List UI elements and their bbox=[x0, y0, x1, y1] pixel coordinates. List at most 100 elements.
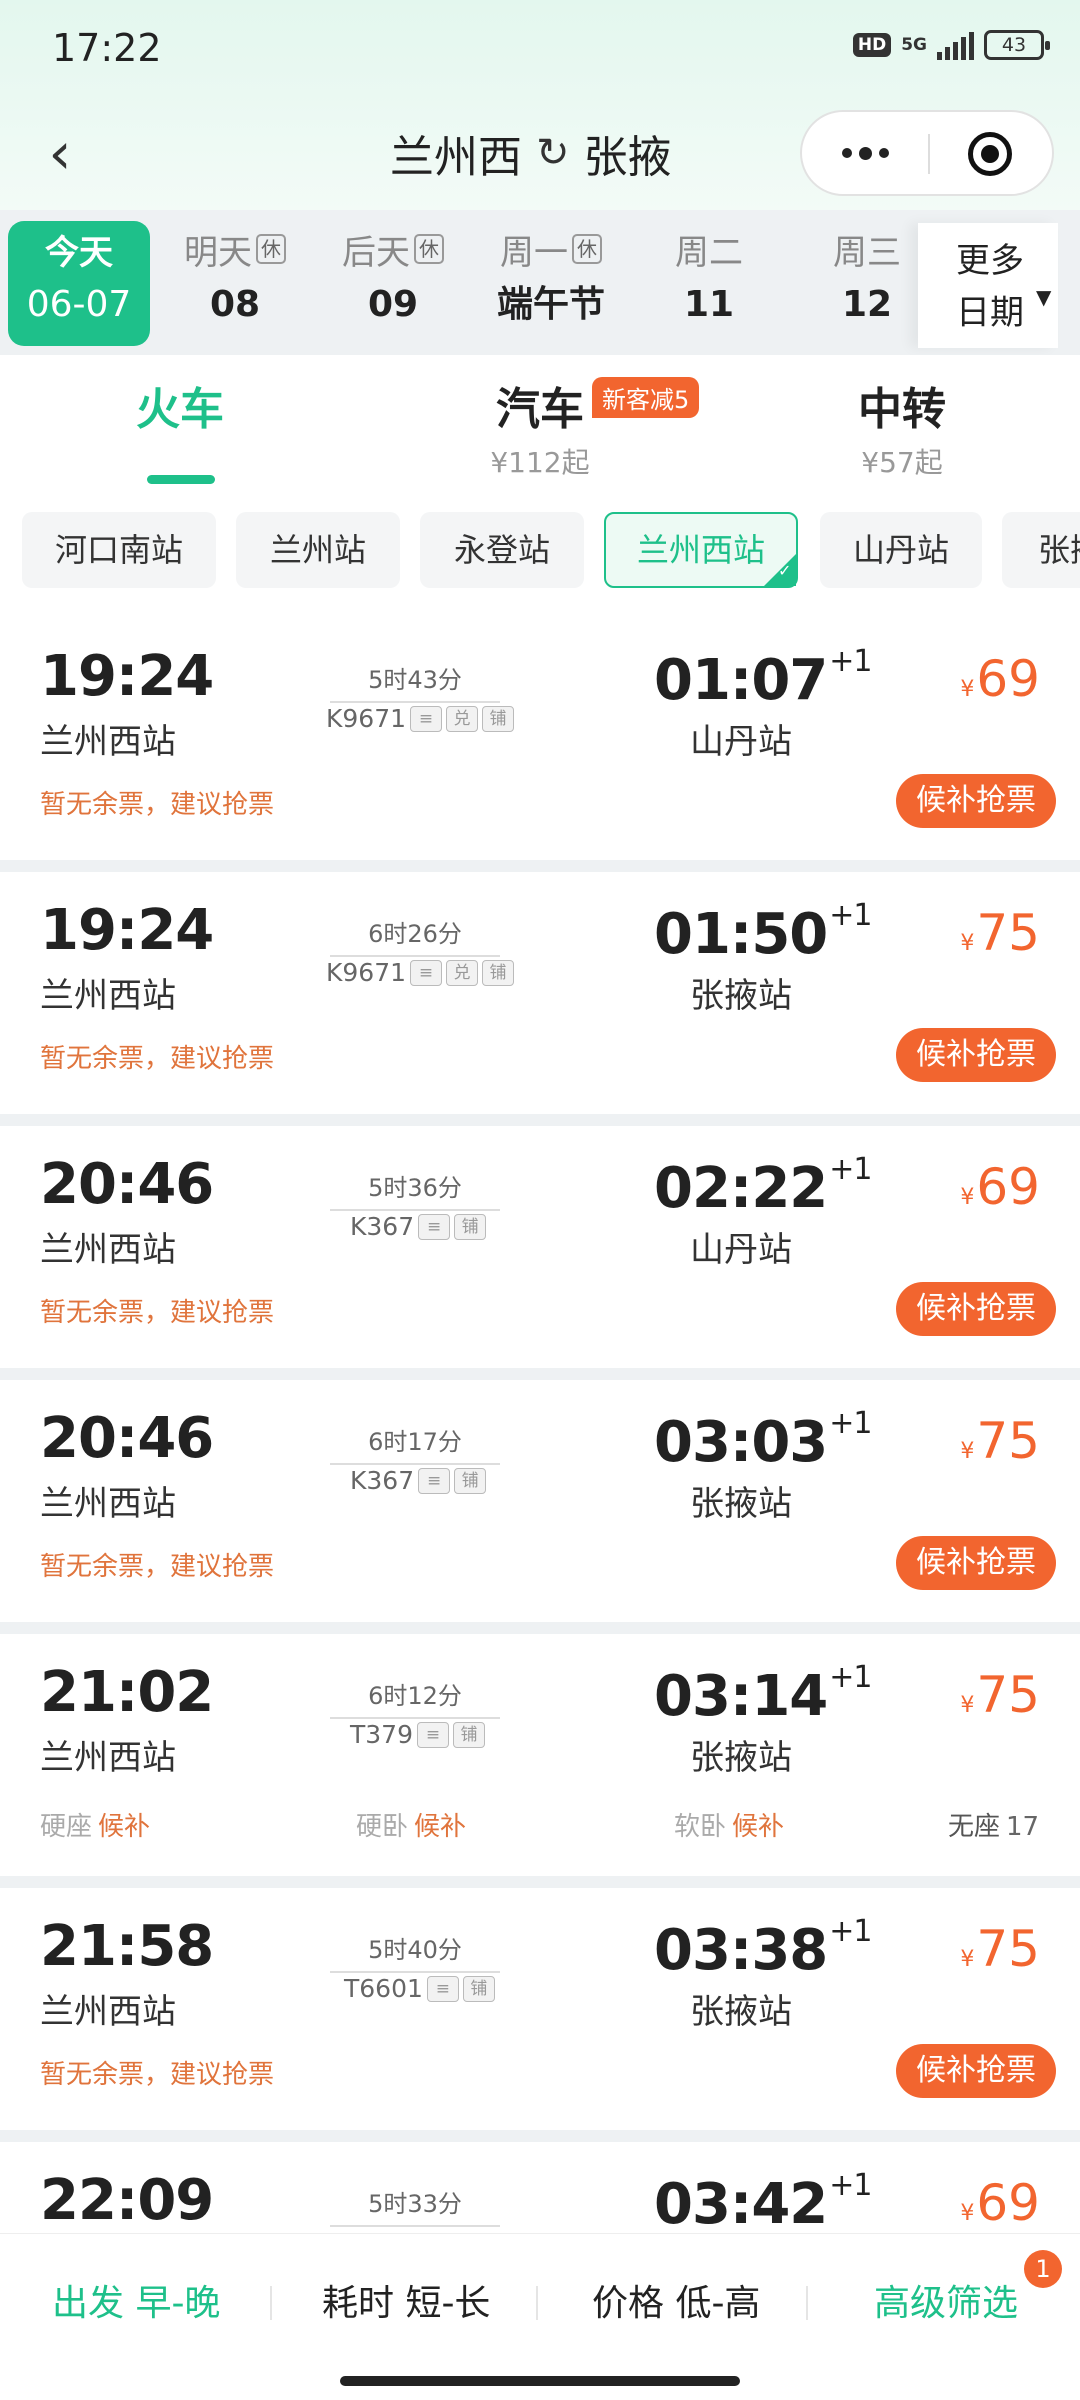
duration: 6时12分 bbox=[330, 1676, 500, 1719]
arrival-time: 03:03+1 bbox=[654, 1406, 873, 1475]
rest-badge: 休 bbox=[256, 234, 286, 264]
date-week: 今天 bbox=[45, 232, 113, 273]
arrival-station: 张掖站 bbox=[690, 976, 792, 1016]
exchange-tag: 兑 bbox=[446, 705, 479, 732]
more-dates-label: 更多 bbox=[956, 241, 1024, 281]
train-card[interactable]: 19:24 兰州西站 6时26分 K9671 ≡ 兑 铺 01:50+1 张掖站… bbox=[0, 872, 1080, 1114]
date-item[interactable]: 周一休 端午节 bbox=[476, 221, 626, 346]
exchange-tag: 兑 bbox=[446, 959, 479, 986]
station-filter-chips: 河口南站 兰州站 永登站 兰州西站 山丹站 张掖站 bbox=[0, 500, 1080, 618]
station-chip-selected[interactable]: 兰州西站 bbox=[604, 512, 798, 588]
train-card[interactable]: 22:09 5时33分 03:42+1 ¥69 bbox=[0, 2142, 1080, 2238]
station-chip[interactable]: 兰州站 bbox=[236, 512, 400, 588]
price: ¥75 bbox=[960, 1920, 1040, 1978]
waitlist-button[interactable]: 候补抢票 bbox=[896, 1028, 1056, 1082]
train-number: K9671 bbox=[326, 958, 407, 987]
date-day: 11 bbox=[683, 284, 735, 325]
next-day-mark: +1 bbox=[829, 2168, 872, 2203]
rest-badge: 休 bbox=[572, 234, 602, 264]
waitlist-button[interactable]: 候补抢票 bbox=[896, 1282, 1056, 1336]
date-item[interactable]: 后天休 09 bbox=[318, 221, 468, 346]
seat-type: 硬卧 bbox=[356, 1812, 409, 1842]
seat-availability: 硬卧 候补 bbox=[356, 1806, 466, 1843]
status-icons: HD 5G 43 bbox=[852, 30, 1050, 60]
departure-time: 20:46 bbox=[40, 1406, 214, 1471]
duration: 5时40分 bbox=[330, 1930, 500, 1973]
back-arrow-icon[interactable]: ‹ bbox=[30, 118, 90, 188]
train-card[interactable]: 20:46 兰州西站 6时17分 K367 ≡ 铺 03:03+1 张掖站 ¥7… bbox=[0, 1380, 1080, 1622]
id-card-icon: ≡ bbox=[426, 1975, 459, 2002]
duration: 5时33分 bbox=[330, 2184, 500, 2227]
waitlist-button[interactable]: 候补抢票 bbox=[896, 2044, 1056, 2098]
seat-count: 17 bbox=[1006, 1812, 1040, 1842]
train-number: T6601 bbox=[344, 1974, 423, 2003]
waitlist-button[interactable]: 候补抢票 bbox=[896, 774, 1056, 828]
swap-icon[interactable]: ↻ bbox=[536, 130, 570, 176]
price: ¥69 bbox=[960, 650, 1040, 708]
next-day-mark: +1 bbox=[829, 1914, 872, 1949]
active-tab-indicator bbox=[147, 475, 215, 484]
duration: 5时36分 bbox=[330, 1168, 500, 1211]
sleeper-tag: 铺 bbox=[454, 1467, 487, 1494]
train-card[interactable]: 21:02 兰州西站 6时12分 T379 ≡ 铺 03:14+1 张掖站 ¥7… bbox=[0, 1634, 1080, 1876]
date-item-today[interactable]: 今天 06-07 bbox=[8, 221, 150, 346]
tab-train[interactable]: 火车 bbox=[30, 373, 330, 437]
date-week: 周一 bbox=[500, 232, 568, 273]
miniprogram-capsule bbox=[800, 110, 1054, 196]
train-card[interactable]: 21:58 兰州西站 5时40分 T6601 ≡ 铺 03:38+1 张掖站 ¥… bbox=[0, 1888, 1080, 2130]
sort-departure-button[interactable]: 出发 早-晚 bbox=[52, 2274, 220, 2326]
train-card[interactable]: 19:24 兰州西站 5时43分 K9671 ≡ 兑 铺 01:07+1 山丹站… bbox=[0, 618, 1080, 860]
station-chip[interactable]: 山丹站 bbox=[820, 512, 982, 588]
tab-label: 火车 bbox=[136, 384, 224, 435]
seat-type: 无座 bbox=[948, 1812, 1001, 1842]
departure-time: 21:58 bbox=[40, 1914, 214, 1979]
network-type: 5G bbox=[901, 35, 927, 55]
arrival-time: 03:14+1 bbox=[654, 1660, 873, 1729]
divider bbox=[270, 2286, 272, 2320]
rest-badge: 休 bbox=[414, 234, 444, 264]
train-card[interactable]: 20:46 兰州西站 5时36分 K367 ≡ 铺 02:22+1 山丹站 ¥6… bbox=[0, 1126, 1080, 1368]
waitlist-button[interactable]: 候补抢票 bbox=[896, 1536, 1056, 1590]
date-week: 后天 bbox=[342, 232, 410, 273]
ticket-status: 暂无余票，建议抢票 bbox=[40, 1044, 275, 1074]
more-dots-icon[interactable] bbox=[802, 112, 928, 194]
duration: 5时43分 bbox=[330, 660, 500, 703]
train-number-row: T379 ≡ 铺 bbox=[350, 1720, 485, 1749]
date-item[interactable]: 周二 11 bbox=[634, 221, 784, 346]
arrival-time: 01:07+1 bbox=[654, 644, 873, 713]
more-dates-button[interactable]: 更多 日期 ▼ bbox=[918, 223, 1058, 348]
arrival-time: 03:42+1 bbox=[654, 2168, 873, 2237]
date-day: 09 bbox=[367, 284, 419, 325]
sort-duration-button[interactable]: 耗时 短-长 bbox=[322, 2274, 490, 2326]
train-number-row: K9671 ≡ 兑 铺 bbox=[326, 704, 515, 733]
station-chip[interactable]: 永登站 bbox=[420, 512, 584, 588]
home-indicator bbox=[340, 2376, 740, 2386]
departure-station: 兰州西站 bbox=[40, 1484, 176, 1524]
station-chip[interactable]: 张掖站 bbox=[1002, 512, 1080, 588]
date-day: 08 bbox=[209, 284, 261, 325]
date-item[interactable]: 明天休 08 bbox=[160, 221, 310, 346]
id-card-icon: ≡ bbox=[410, 959, 443, 986]
seat-status: 候补 bbox=[98, 1812, 151, 1842]
sort-price-button[interactable]: 价格 低-高 bbox=[592, 2274, 760, 2326]
promo-badge: 新客减5 bbox=[592, 377, 700, 418]
departure-station: 兰州西站 bbox=[40, 722, 176, 762]
departure-time: 22:09 bbox=[40, 2168, 214, 2233]
divider bbox=[806, 2286, 808, 2320]
status-bar: 17:22 HD 5G 43 bbox=[0, 0, 1080, 100]
tab-transfer[interactable]: 中转 ¥57起 bbox=[752, 373, 1052, 481]
sleeper-tag: 铺 bbox=[454, 1213, 487, 1240]
id-card-icon: ≡ bbox=[410, 705, 443, 732]
seat-status: 候补 bbox=[414, 1812, 467, 1842]
date-day: 06-07 bbox=[26, 284, 132, 325]
next-day-mark: +1 bbox=[829, 644, 872, 679]
station-chip[interactable]: 河口南站 bbox=[22, 512, 216, 588]
seat-type: 软卧 bbox=[674, 1812, 727, 1842]
arrival-station: 山丹站 bbox=[690, 1230, 792, 1270]
advanced-filter-button[interactable]: 高级筛选 bbox=[874, 2274, 1018, 2326]
close-target-icon[interactable] bbox=[968, 132, 1012, 176]
sleeper-tag: 铺 bbox=[482, 705, 515, 732]
departure-time: 19:24 bbox=[40, 898, 214, 963]
ticket-status: 暂无余票，建议抢票 bbox=[40, 1298, 275, 1328]
chevron-down-icon: ▼ bbox=[1036, 285, 1052, 309]
